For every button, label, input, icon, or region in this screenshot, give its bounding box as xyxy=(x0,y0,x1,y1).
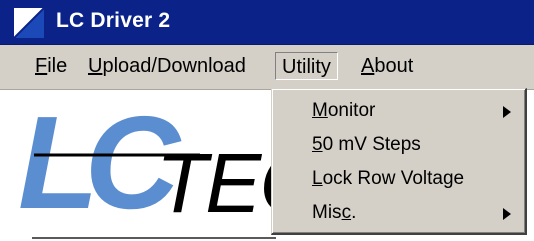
title-bar[interactable]: LC Driver 2 xyxy=(0,0,534,45)
window-title: LC Driver 2 xyxy=(56,9,171,32)
menuitem-monitor-label: Monitor xyxy=(312,100,376,121)
menu-about[interactable]: About xyxy=(361,52,413,80)
utility-dropdown-menu: Monitor 50 mV Steps Lock Row Voltage Mis… xyxy=(271,88,527,235)
submenu-arrow-icon xyxy=(503,208,511,220)
menuitem-monitor[interactable]: Monitor xyxy=(272,95,525,127)
menu-about-label: bout xyxy=(374,55,414,77)
menu-utility[interactable]: Utility xyxy=(275,52,338,80)
lc-app-icon xyxy=(14,8,44,38)
menuitem-misc[interactable]: Misc. xyxy=(272,197,525,229)
menu-utility-label: Utility xyxy=(282,56,331,78)
menu-file-label: ile xyxy=(47,55,68,77)
menu-file-mnemonic: F xyxy=(35,55,48,77)
menu-upload-download-mnemonic: U xyxy=(88,55,103,77)
menuitem-lock-row-voltage[interactable]: Lock Row Voltage xyxy=(272,163,525,195)
menuitem-50mv-steps-label: 50 mV Steps xyxy=(312,134,421,155)
submenu-arrow-icon xyxy=(503,106,511,118)
menu-bar: File Upload/Download Utility About xyxy=(0,45,534,90)
menu-upload-download[interactable]: Upload/Download xyxy=(88,52,246,80)
menuitem-lock-row-voltage-label: Lock Row Voltage xyxy=(312,168,465,189)
bottom-edge-line xyxy=(32,237,276,239)
menu-upload-download-label: pload/Download xyxy=(102,55,246,77)
app-window: LC Driver 2 File Upload/Download Utility… xyxy=(0,0,534,241)
menu-file[interactable]: File xyxy=(35,52,67,80)
content-edge-fragment xyxy=(527,105,534,235)
menuitem-misc-label: Misc. xyxy=(312,202,357,223)
menuitem-50mv-steps[interactable]: 50 mV Steps xyxy=(272,129,525,161)
menu-about-mnemonic: A xyxy=(361,55,375,77)
